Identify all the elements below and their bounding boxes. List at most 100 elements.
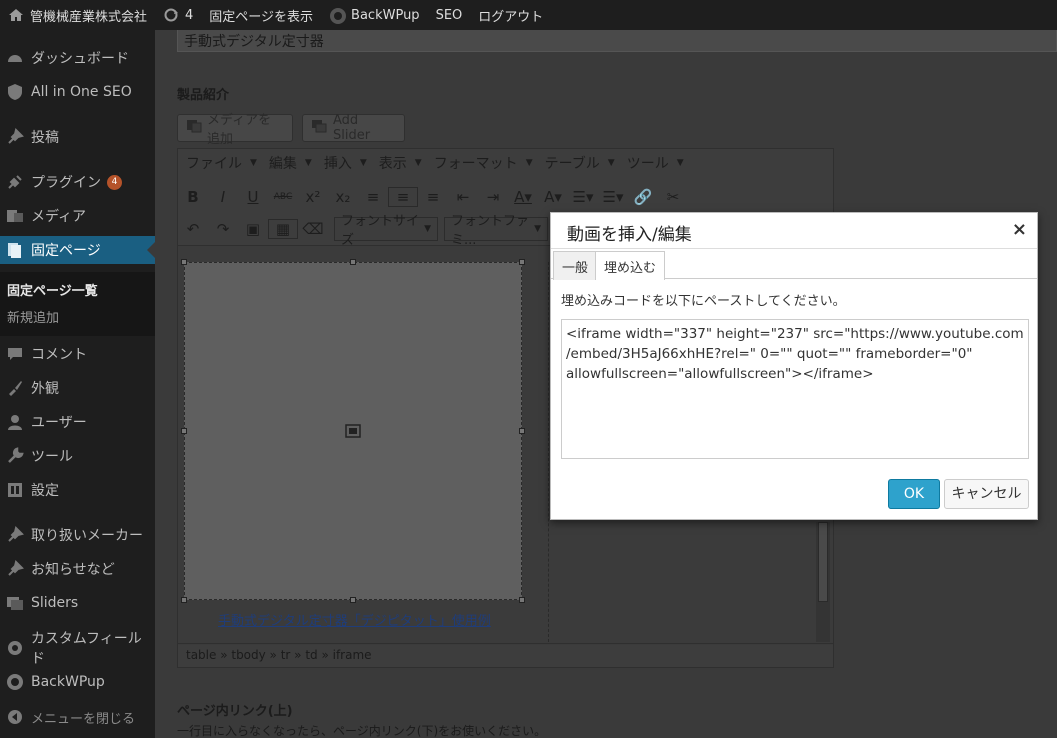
tab-general[interactable]: 一般 bbox=[553, 251, 598, 280]
sidebar-label: 固定ページ bbox=[31, 243, 101, 259]
align-center-icon[interactable]: ≡ bbox=[388, 187, 418, 207]
backwpup-link[interactable]: BackWPup bbox=[321, 0, 428, 30]
tab-embed[interactable]: 埋め込む bbox=[595, 251, 666, 280]
sidebar-item-custom-fields[interactable]: カスタムフィールド bbox=[0, 631, 155, 667]
ok-button[interactable]: OK bbox=[888, 479, 940, 509]
chevron-down-icon: ▼ bbox=[607, 158, 615, 168]
menu-format[interactable]: フォーマット bbox=[426, 153, 526, 173]
sidebar-item-appearance[interactable]: 外観 bbox=[0, 374, 155, 402]
page-link-note: 一行目に入らなくなったら、ページ内リンク(下)をお使いください。 bbox=[177, 724, 547, 738]
video-placeholder-icon bbox=[345, 424, 361, 442]
admin-bar: 管機械産業株式会社 4 固定ページを表示 BackWPup SEO ログアウト bbox=[0, 0, 1057, 30]
backwpup-icon bbox=[5, 672, 25, 692]
sidebar-item-tools[interactable]: ツール bbox=[0, 442, 155, 470]
pin-icon bbox=[5, 525, 25, 545]
sidebar-item-posts[interactable]: 投稿 bbox=[0, 123, 155, 151]
caption-link[interactable]: 手動式デジタル定寸器「デジピタット」使用例 bbox=[218, 610, 491, 629]
add-media-button[interactable]: メディアを追加 bbox=[177, 113, 293, 147]
italic-icon[interactable]: I bbox=[208, 188, 238, 206]
dialog-header: 動画を挿入/編集 × bbox=[551, 213, 1037, 249]
logout-link[interactable]: ログアウト bbox=[470, 0, 551, 30]
menu-view[interactable]: 表示 bbox=[371, 153, 415, 173]
redo-icon[interactable]: ↷ bbox=[208, 220, 238, 238]
menu-insert[interactable]: 挿入 bbox=[316, 153, 360, 173]
plugins-update-badge: 4 bbox=[107, 174, 122, 190]
sidebar-item-all-in-one-seo[interactable]: All in One SEO bbox=[0, 78, 155, 106]
indent-icon[interactable]: ⇥ bbox=[478, 188, 508, 206]
bullet-list-icon[interactable]: ☰▾ bbox=[568, 188, 598, 206]
sidebar-item-notices[interactable]: お知らせなど bbox=[0, 555, 155, 583]
sidebar-item-pages[interactable]: 固定ページ bbox=[0, 236, 155, 264]
editor-scrollbar[interactable] bbox=[816, 522, 830, 642]
sidebar-item-settings[interactable]: 設定 bbox=[0, 476, 155, 504]
seo-link[interactable]: SEO bbox=[428, 0, 471, 30]
resize-handle[interactable] bbox=[350, 597, 356, 603]
sidebar-label: ダッシュボード bbox=[31, 51, 129, 67]
sidebar-item-users[interactable]: ユーザー bbox=[0, 408, 155, 436]
text-color-icon[interactable]: A▾ bbox=[508, 188, 538, 206]
slider-icon bbox=[5, 593, 25, 613]
sidebar-subitem-add-new[interactable]: 新規追加 bbox=[7, 307, 59, 326]
editor-toolbar-1: B I U ABC x² x₂ ≡ ≡ ≡ ⇤ ⇥ A▾ A▾ ☰▾ ☰▾ 🔗 … bbox=[178, 181, 833, 213]
dashboard-icon bbox=[5, 48, 25, 68]
add-slider-button[interactable]: Add Slider bbox=[302, 113, 405, 143]
media-embed-icon[interactable]: ▦ bbox=[268, 219, 298, 239]
unlink-icon[interactable]: ✂ bbox=[658, 188, 688, 206]
resize-handle[interactable] bbox=[350, 259, 356, 265]
menu-file[interactable]: ファイル bbox=[178, 153, 250, 173]
updates-link[interactable]: 4 bbox=[155, 0, 201, 30]
menu-table[interactable]: テーブル bbox=[537, 153, 608, 173]
sidebar-item-media[interactable]: メディア bbox=[0, 202, 155, 230]
superscript-icon[interactable]: x² bbox=[298, 188, 328, 206]
site-name-link[interactable]: 管機械産業株式会社 bbox=[0, 0, 155, 30]
page-title-input[interactable]: 手動式デジタル定寸器 bbox=[177, 30, 1057, 52]
numbered-list-icon[interactable]: ☰▾ bbox=[598, 188, 628, 206]
bold-icon[interactable]: B bbox=[178, 188, 208, 206]
embed-code-textarea[interactable]: <iframe width="337" height="237" src="ht… bbox=[561, 319, 1029, 459]
align-right-icon[interactable]: ≡ bbox=[418, 188, 448, 206]
resize-handle[interactable] bbox=[181, 259, 187, 265]
sidebar-item-makers[interactable]: 取り扱いメーカー bbox=[0, 521, 155, 549]
font-family-select[interactable]: フォントファミ... ▼ bbox=[444, 214, 548, 248]
menu-edit[interactable]: 編集 bbox=[261, 153, 305, 173]
sidebar-label: ユーザー bbox=[31, 415, 87, 431]
sidebar-item-comments[interactable]: コメント bbox=[0, 340, 155, 368]
link-icon[interactable]: 🔗 bbox=[628, 188, 658, 206]
align-left-icon[interactable]: ≡ bbox=[358, 188, 388, 206]
menu-tools[interactable]: ツール bbox=[619, 153, 677, 173]
resize-handle[interactable] bbox=[519, 597, 525, 603]
sidebar-item-sliders[interactable]: Sliders bbox=[0, 589, 155, 617]
settings-icon bbox=[5, 480, 25, 500]
image-icon[interactable]: ▣ bbox=[238, 220, 268, 238]
undo-icon[interactable]: ↶ bbox=[178, 220, 208, 238]
chevron-down-icon: ▼ bbox=[525, 158, 533, 168]
gear-icon bbox=[5, 638, 25, 658]
background-color-icon[interactable]: A▾ bbox=[538, 188, 568, 206]
scrollbar-thumb[interactable] bbox=[818, 522, 828, 602]
cancel-button[interactable]: キャンセル bbox=[944, 479, 1029, 509]
close-icon[interactable]: × bbox=[1012, 219, 1027, 240]
sidebar-label: ツール bbox=[31, 449, 73, 465]
resize-handle[interactable] bbox=[181, 597, 187, 603]
sidebar-item-dashboard[interactable]: ダッシュボード bbox=[0, 44, 155, 72]
underline-icon[interactable]: U bbox=[238, 188, 268, 206]
add-slider-label: Add Slider bbox=[333, 113, 371, 143]
resize-handle[interactable] bbox=[181, 428, 187, 434]
sidebar-collapse-menu[interactable]: メニューを閉じる bbox=[0, 703, 155, 731]
video-embed-placeholder[interactable] bbox=[181, 259, 525, 603]
resize-handle[interactable] bbox=[519, 259, 525, 265]
resize-handle[interactable] bbox=[519, 428, 525, 434]
sidebar-item-backwpup[interactable]: BackWPup bbox=[0, 668, 155, 696]
sidebar-subitem-all-pages[interactable]: 固定ページ一覧 bbox=[7, 280, 98, 299]
insert-video-dialog: 動画を挿入/編集 × 一般 埋め込む 埋め込みコードを以下にペーストしてください… bbox=[550, 212, 1038, 520]
subscript-icon[interactable]: x₂ bbox=[328, 188, 358, 206]
font-size-select[interactable]: フォントサイズ ▼ bbox=[334, 214, 438, 248]
outdent-icon[interactable]: ⇤ bbox=[448, 188, 478, 206]
strikethrough-icon[interactable]: ABC bbox=[268, 192, 298, 202]
sidebar-item-plugins[interactable]: プラグイン 4 bbox=[0, 168, 155, 196]
sidebar-label: Sliders bbox=[31, 595, 79, 611]
plugin-icon bbox=[5, 172, 25, 192]
eraser-icon[interactable]: ⌫ bbox=[298, 220, 328, 238]
view-page-link[interactable]: 固定ページを表示 bbox=[201, 0, 321, 30]
font-size-label: フォントサイズ bbox=[341, 214, 420, 248]
